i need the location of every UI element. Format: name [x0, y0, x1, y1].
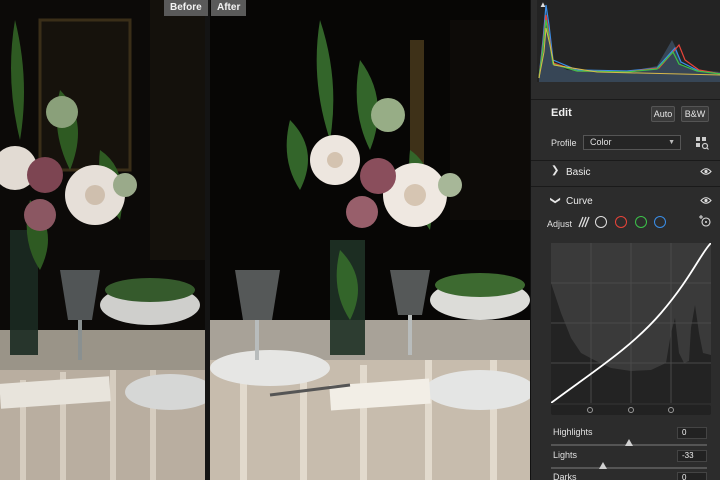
curve-range-rail[interactable] [551, 405, 711, 415]
edit-panel: ▲ Edit Auto B&W Profile Color ▼ ❯ Basic … [530, 0, 720, 480]
darks-value[interactable]: 0 [677, 472, 707, 480]
histogram-graph [538, 4, 720, 82]
tone-curve-editor[interactable] [551, 243, 711, 403]
black-white-button[interactable]: B&W [681, 106, 709, 122]
highlights-value[interactable]: 0 [677, 427, 707, 439]
before-photo-image [0, 0, 205, 480]
highlights-label: Highlights [553, 427, 593, 437]
curve-range-handle[interactable] [587, 407, 593, 413]
curve-range-handle[interactable] [628, 407, 634, 413]
section-curve[interactable]: ❯ Curve [531, 194, 720, 210]
green-channel-icon[interactable] [635, 216, 647, 228]
photo-compare-area: Before After [0, 0, 530, 480]
red-channel-icon[interactable] [615, 216, 627, 228]
app-window: Before After ▲ Edit Auto B&W Profile Col… [0, 0, 720, 480]
blue-channel-icon[interactable] [654, 216, 666, 228]
after-photo [210, 0, 530, 480]
before-photo [0, 0, 205, 480]
curve-range-handle[interactable] [668, 407, 674, 413]
auto-button[interactable]: Auto [651, 106, 675, 122]
profile-dropdown[interactable]: Color ▼ [583, 135, 681, 150]
panel-divider [531, 99, 720, 100]
chevron-right-icon: ❯ [551, 165, 560, 176]
tone-curve-graph[interactable] [551, 243, 711, 403]
panel-divider [531, 186, 720, 187]
eye-icon[interactable] [700, 167, 712, 176]
chevron-down-icon: ❯ [549, 196, 561, 205]
section-basic[interactable]: ❯ Basic [531, 165, 720, 181]
darks-slider[interactable]: Darks 0 [551, 472, 711, 480]
profile-value: Color [590, 137, 612, 147]
section-basic-title: Basic [566, 167, 591, 178]
point-curve-channel-icon[interactable] [595, 216, 607, 228]
panel-divider [531, 160, 720, 161]
highlights-thumb[interactable] [625, 439, 633, 446]
after-photo-image [210, 0, 530, 480]
section-curve-title: Curve [566, 196, 593, 207]
lights-track[interactable] [551, 467, 707, 469]
histogram [537, 0, 720, 82]
parametric-curve-icon[interactable] [577, 215, 591, 229]
profile-label: Profile [551, 138, 577, 148]
profile-browser-icon[interactable] [695, 136, 709, 150]
darks-label: Darks [553, 472, 577, 480]
lights-thumb[interactable] [599, 462, 607, 469]
eye-icon[interactable] [700, 196, 712, 205]
clipping-warning-icon[interactable]: ▲ [539, 0, 547, 9]
lights-value[interactable]: -33 [677, 450, 707, 462]
lights-label: Lights [553, 450, 578, 460]
after-label: After [211, 0, 247, 16]
targeted-adjustment-icon[interactable] [698, 214, 712, 228]
before-label: Before [164, 0, 208, 16]
chevron-down-icon: ▼ [668, 139, 675, 146]
adjust-label: Adjust [547, 219, 573, 229]
